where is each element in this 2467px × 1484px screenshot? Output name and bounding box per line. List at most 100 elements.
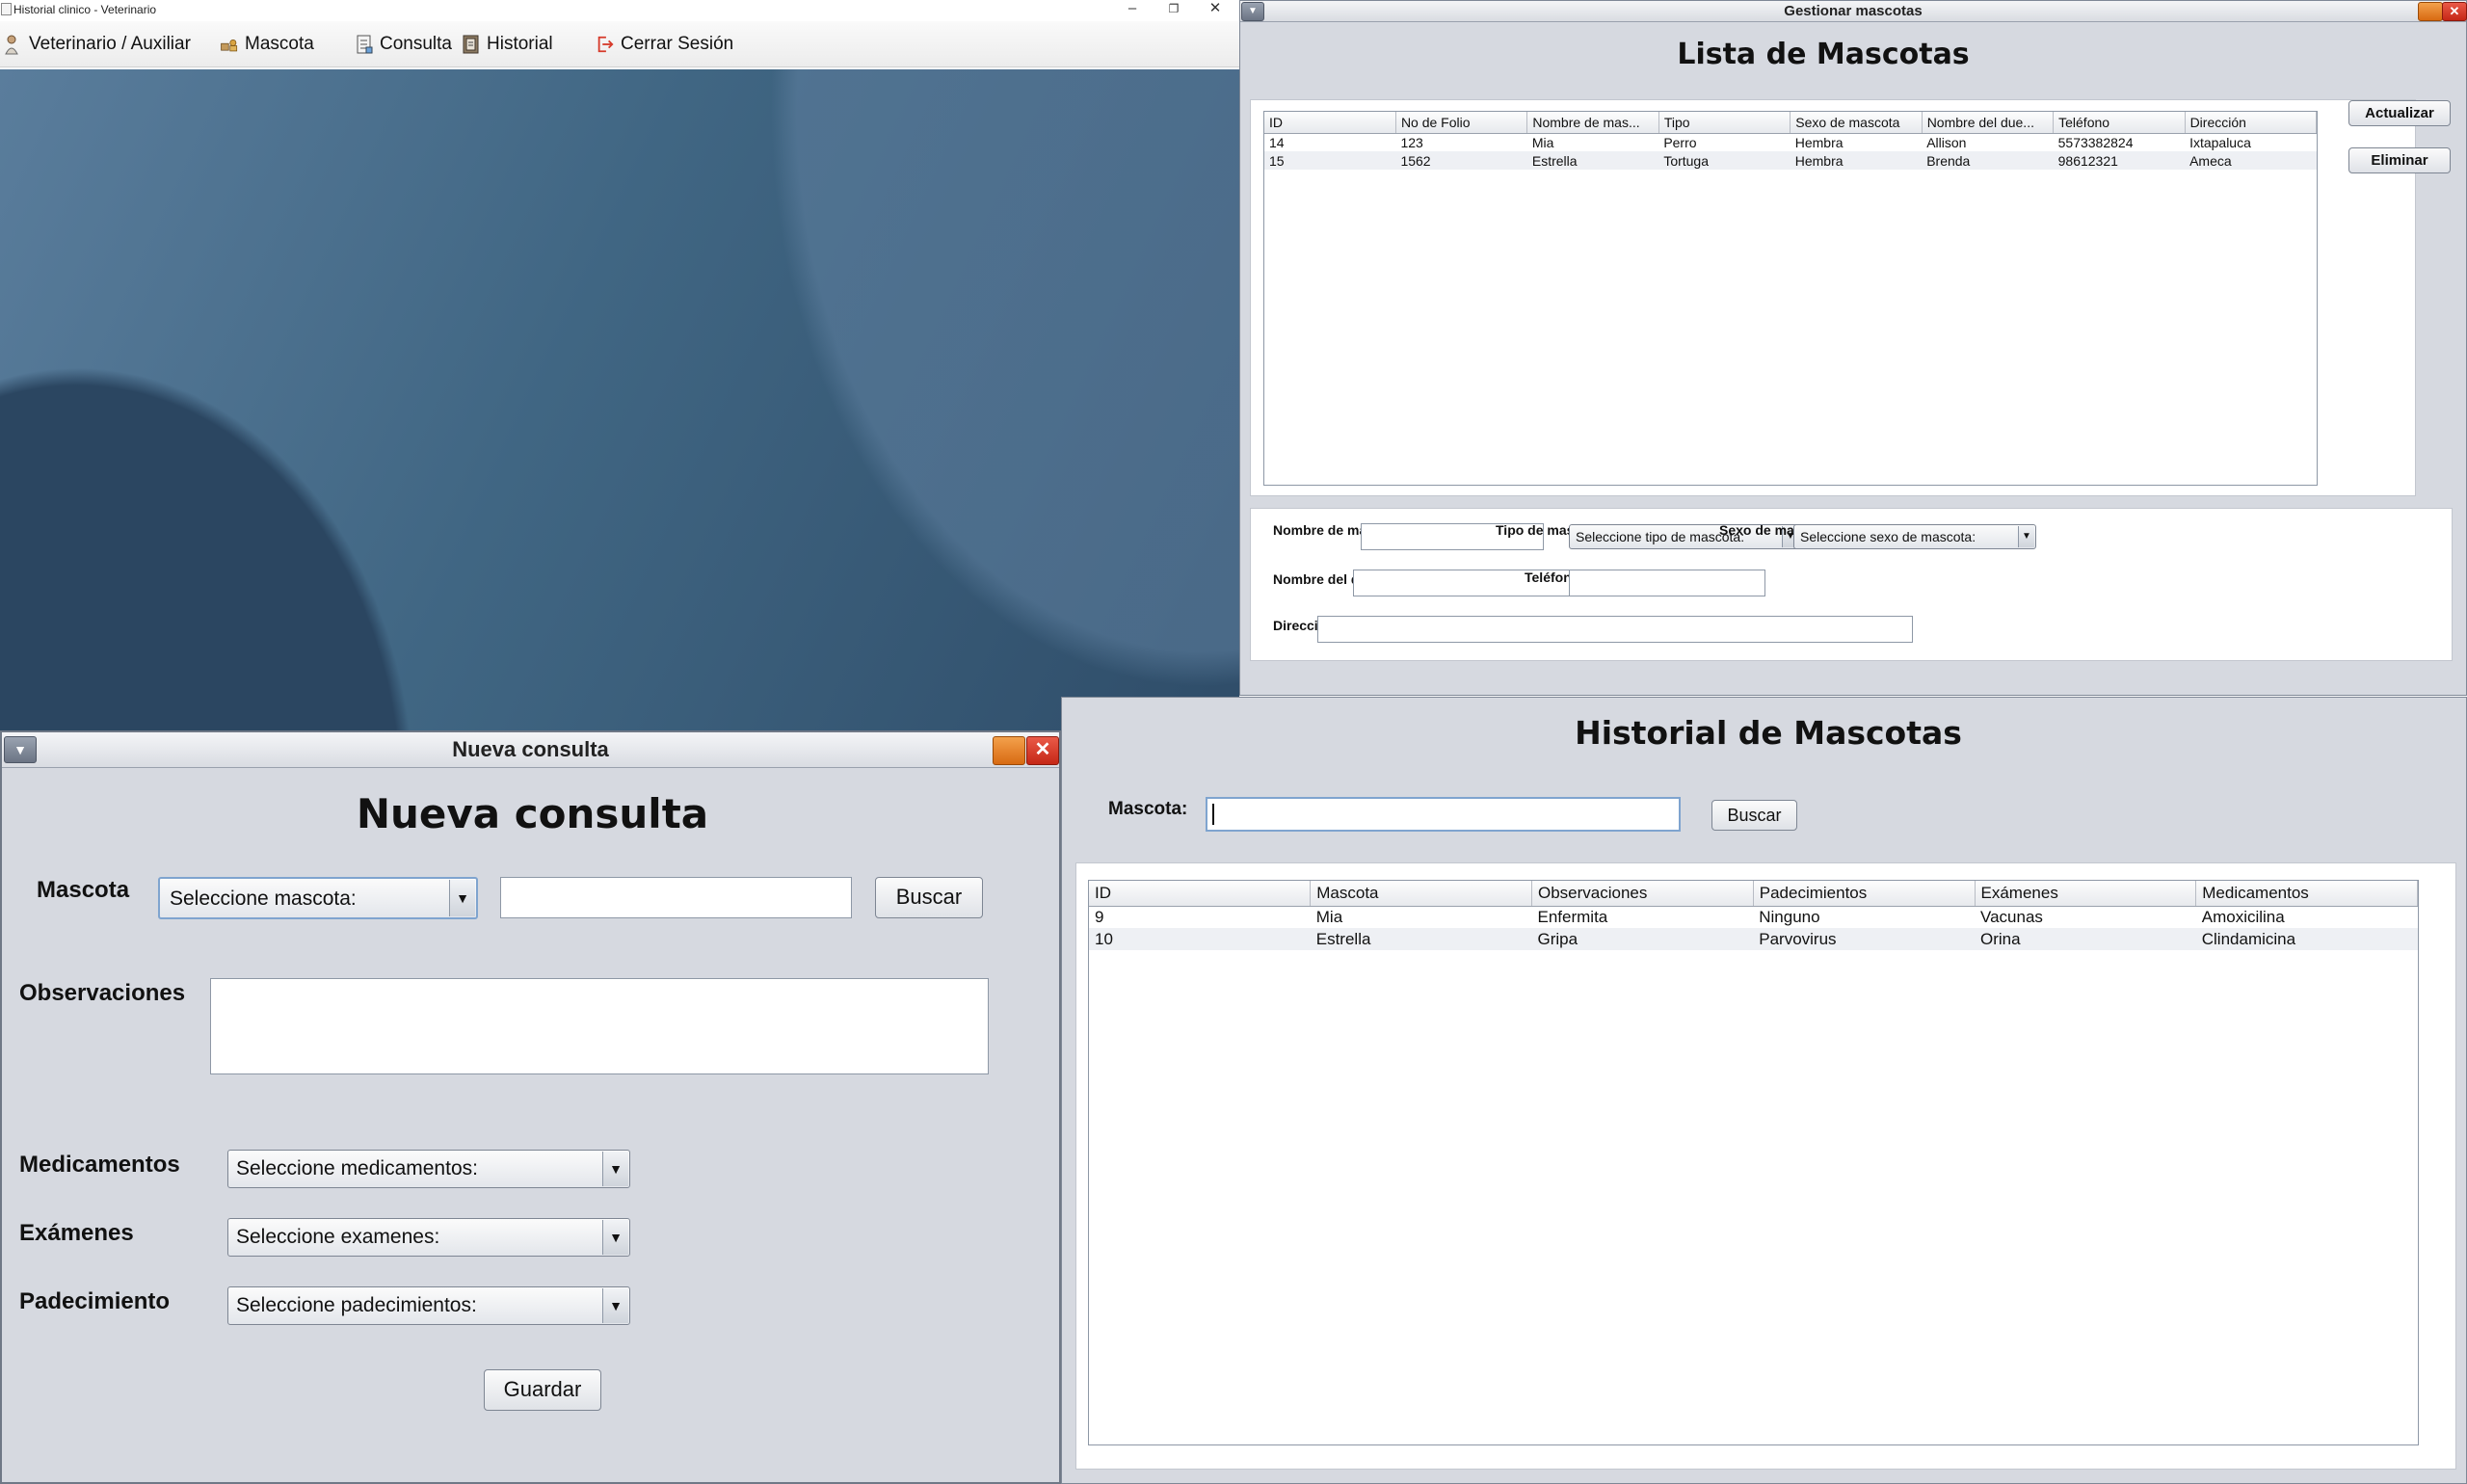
nueva-consulta-heading: Nueva consulta (356, 790, 709, 837)
direccion-input[interactable] (1317, 616, 1913, 643)
main-window: Historial clinico - Veterinario – ❐ ✕ Ve… (0, 0, 1239, 730)
mascota-label: Mascota (37, 877, 130, 903)
col-header[interactable]: Nombre de mas... (1526, 112, 1659, 134)
table-cell: 123 (1400, 134, 1423, 150)
desktop-area (0, 69, 1239, 730)
nueva-consulta-titlebar: Nueva consulta (2, 732, 1059, 768)
col-header[interactable]: Nombre del due... (1922, 112, 2055, 134)
table-cell: Orina (1975, 928, 2196, 950)
chevron-down-icon: ▼ (2018, 526, 2034, 547)
table-cell: 9 (1095, 907, 1104, 926)
table-cell: Parvovirus (1753, 928, 1975, 950)
gestionar-mascotas-window: Gestionar mascotas ▼ ✕ Lista de Mascotas… (1239, 0, 2467, 696)
minimize-button[interactable]: – (1113, 0, 1152, 19)
nueva-buscar-button[interactable]: Buscar (875, 877, 983, 918)
main-window-title: Historial clinico - Veterinario (13, 3, 157, 16)
table-cell: Estrella (1310, 928, 1532, 950)
table-cell: Ixtapaluca (2189, 134, 2251, 150)
gestionar-titlebar: Gestionar mascotas (1240, 1, 2466, 22)
mascota-search-input[interactable] (500, 877, 852, 918)
table-cell: Amoxicilina (2201, 907, 2285, 926)
table-cell: Ninguno (1759, 907, 1820, 926)
col-header[interactable]: Mascota (1310, 881, 1532, 907)
col-header[interactable]: Sexo de mascota (1790, 112, 1923, 134)
guardar-button[interactable]: Guardar (484, 1369, 601, 1411)
medicamentos-label: Medicamentos (19, 1152, 180, 1178)
col-header[interactable]: Exámenes (1975, 881, 2197, 907)
padecimiento-select[interactable]: Seleccione padecimientos: ▼ (227, 1286, 630, 1325)
historial-search-input[interactable] (1206, 797, 1681, 832)
col-header[interactable]: No de Folio (1395, 112, 1528, 134)
menu-cerrar-sesion[interactable]: Cerrar Sesión (596, 31, 733, 58)
col-header[interactable]: ID (1264, 112, 1396, 134)
lista-heading: Lista de Mascotas (1677, 38, 1970, 71)
col-header[interactable]: Tipo (1658, 112, 1791, 134)
close-icon[interactable]: ✕ (2442, 2, 2467, 21)
mascota-select[interactable]: Seleccione mascota: ▼ (158, 877, 478, 919)
minimize-icon[interactable] (993, 736, 1025, 765)
lista-table[interactable]: ID No de Folio Nombre de mas... Tipo Sex… (1263, 111, 2318, 486)
table-cell: Mia (1315, 907, 1343, 926)
telefono-input[interactable] (1569, 570, 1765, 596)
chevron-down-icon: ▼ (602, 1220, 628, 1255)
table-cell: Clindamicina (2195, 928, 2418, 950)
col-header[interactable]: Observaciones (1531, 881, 1754, 907)
logout-icon (597, 36, 614, 53)
chevron-down-icon: ▼ (602, 1152, 628, 1186)
table-cell: Allison (1926, 134, 1967, 150)
historial-mascotas-window: Historial de Mascotas Mascota: Buscar ID… (1061, 697, 2467, 1484)
table-cell: 5573382824 (2057, 134, 2134, 150)
table-cell: 15 (1264, 151, 1396, 170)
chevron-down-icon: ▼ (602, 1288, 628, 1323)
table-row[interactable]: 9 Mia Enfermita Ninguno Vacunas Amoxicil… (1089, 906, 2418, 928)
col-header[interactable]: Teléfono (2053, 112, 2186, 134)
actualizar-button[interactable]: Actualizar (2348, 100, 2451, 126)
close-icon[interactable]: ✕ (1026, 736, 1059, 765)
table-cell: 14 (1269, 134, 1285, 150)
table-row[interactable]: 14 123 Mia Perro Hembra Allison 55733828… (1264, 133, 2317, 151)
window-menu-icon[interactable]: ▼ (4, 736, 37, 763)
table-row[interactable]: 10 Estrella Gripa Parvovirus Orina Clind… (1089, 928, 2418, 950)
lista-table-panel: ID No de Folio Nombre de mas... Tipo Sex… (1250, 99, 2416, 496)
col-header[interactable]: Padecimientos (1753, 881, 1976, 907)
table-cell: Perro (1663, 134, 1697, 150)
table-cell: Mia (1531, 134, 1554, 150)
observaciones-label: Observaciones (19, 980, 186, 1006)
table-cell: Hembra (1790, 151, 1923, 170)
menu-bar: Veterinario / Auxiliar Mascota Consulta … (0, 21, 1239, 67)
eliminar-button[interactable]: Eliminar (2348, 147, 2451, 173)
historial-table[interactable]: ID Mascota Observaciones Padecimientos E… (1088, 880, 2419, 1445)
medicamentos-select[interactable]: Seleccione medicamentos: ▼ (227, 1150, 630, 1188)
table-cell: Brenda (1922, 151, 2054, 170)
gestionar-window-title: Gestionar mascotas (1784, 3, 1923, 19)
menu-historial[interactable]: Historial (462, 31, 553, 58)
close-button[interactable]: ✕ (1196, 0, 1234, 19)
table-cell: Enfermita (1537, 907, 1608, 926)
menu-veterinario[interactable]: Veterinario / Auxiliar (4, 31, 191, 58)
minimize-icon[interactable] (2418, 2, 2443, 21)
pets-icon (221, 39, 238, 52)
observaciones-textarea[interactable] (210, 978, 989, 1074)
window-menu-icon[interactable]: ▼ (1241, 2, 1264, 21)
nueva-consulta-window-title: Nueva consulta (452, 737, 609, 761)
historial-buscar-button[interactable]: Buscar (1711, 800, 1797, 831)
col-header[interactable]: Dirección (2185, 112, 2318, 134)
table-cell: Estrella (1526, 151, 1659, 170)
sexo-mascota-select[interactable]: Seleccione sexo de mascota: ▼ (1793, 524, 2036, 549)
table-cell: Hembra (1794, 134, 1844, 150)
history-icon (463, 35, 479, 54)
examenes-label: Exámenes (19, 1220, 134, 1246)
col-header[interactable]: Medicamentos (2195, 881, 2418, 907)
main-titlebar: Historial clinico - Veterinario – ❐ ✕ (0, 0, 1239, 19)
table-cell: Vacunas (1980, 907, 2043, 926)
examenes-select[interactable]: Seleccione examenes: ▼ (227, 1218, 630, 1257)
menu-mascota[interactable]: Mascota (220, 31, 314, 58)
col-header[interactable]: ID (1089, 881, 1312, 907)
table-cell: Gripa (1531, 928, 1754, 950)
restore-button[interactable]: ❐ (1154, 0, 1193, 19)
table-row[interactable]: 15 1562 Estrella Tortuga Hembra Brenda 9… (1264, 151, 2317, 170)
historial-table-panel: ID Mascota Observaciones Padecimientos E… (1075, 862, 2456, 1470)
table-cell: 1562 (1395, 151, 1527, 170)
historial-heading: Historial de Mascotas (1575, 714, 1962, 752)
menu-consulta[interactable]: Consulta (355, 31, 452, 58)
